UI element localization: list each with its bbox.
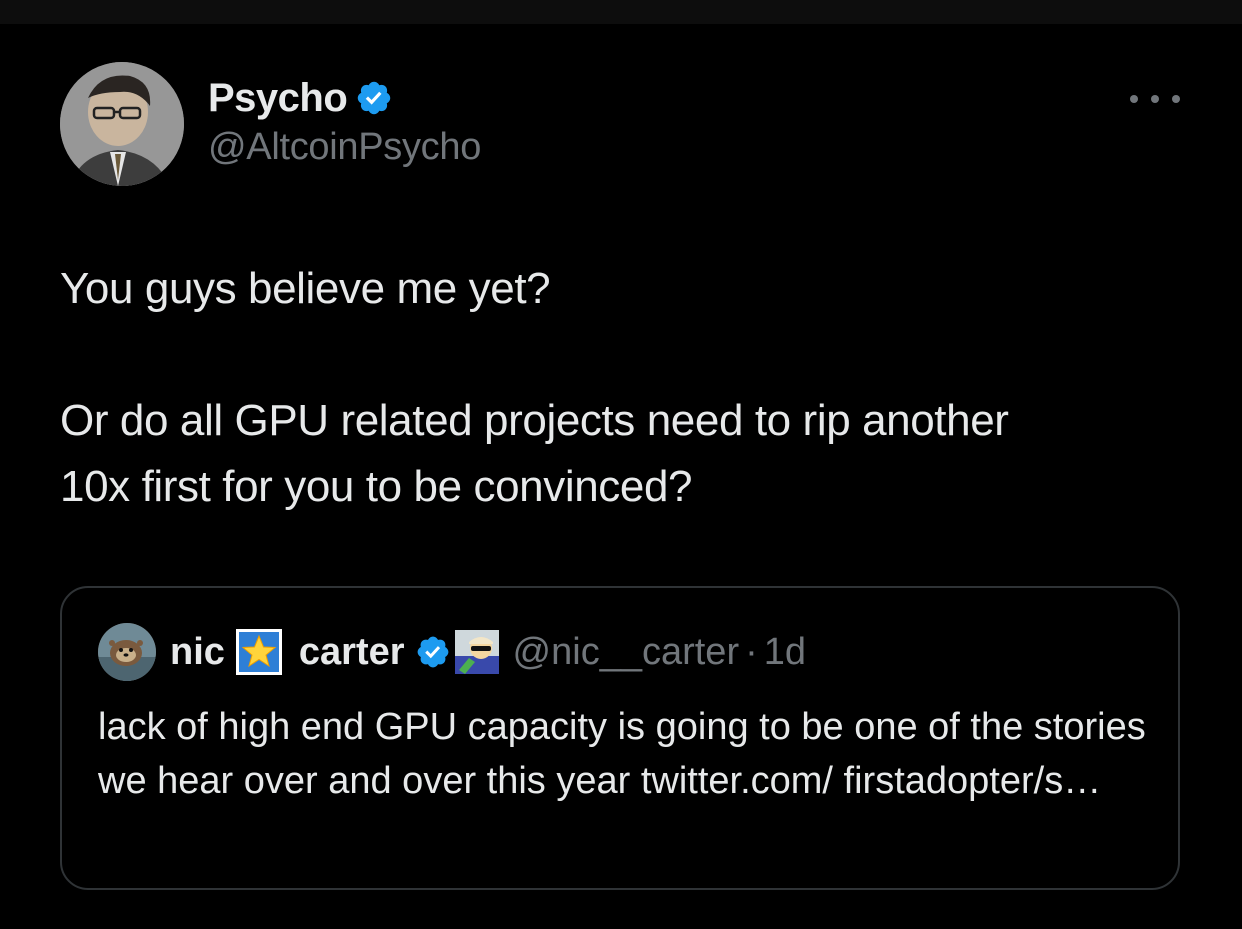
quoted-author-name-first[interactable]: nic xyxy=(170,631,225,674)
top-strip xyxy=(0,0,1242,24)
quoted-tweet-card[interactable]: nic carter @nic__carter · 1d lack of hig… xyxy=(60,586,1180,890)
author-name-row[interactable]: Psycho xyxy=(208,74,393,122)
sunglasses-character-icon xyxy=(454,630,499,674)
more-options-button[interactable] xyxy=(1130,86,1180,112)
person-avatar-icon xyxy=(60,62,184,186)
quoted-tweet-header: nic carter @nic__carter · 1d xyxy=(98,622,806,682)
tweet-line: 10x first for you to be convinced? xyxy=(60,462,693,511)
verified-badge-icon xyxy=(355,79,393,117)
separator-dot: · xyxy=(745,630,758,673)
author-avatar[interactable] xyxy=(60,62,184,186)
quoted-author-avatar[interactable] xyxy=(98,623,156,681)
tweet-text: You guys believe me yet? Or do all GPU r… xyxy=(60,256,1180,520)
quoted-author-handle[interactable]: @nic__carter xyxy=(513,631,740,674)
quoted-author-name-last[interactable]: carter xyxy=(299,631,405,674)
more-dot-icon xyxy=(1130,95,1138,103)
author-display-name[interactable]: Psycho xyxy=(208,76,348,121)
quoted-tweet-timestamp[interactable]: 1d xyxy=(764,631,806,674)
quoted-tweet-text: lack of high end GPU capacity is going t… xyxy=(98,706,1146,802)
star-emoji-icon xyxy=(235,628,283,676)
sea-otter-avatar-icon xyxy=(98,623,156,681)
author-handle[interactable]: @AltcoinPsycho xyxy=(208,126,481,169)
verified-badge-icon xyxy=(415,634,451,670)
more-dot-icon xyxy=(1151,95,1159,103)
more-dot-icon xyxy=(1172,95,1180,103)
tweet-line: Or do all GPU related projects need to r… xyxy=(60,396,1009,445)
tweet-line: You guys believe me yet? xyxy=(60,264,551,313)
